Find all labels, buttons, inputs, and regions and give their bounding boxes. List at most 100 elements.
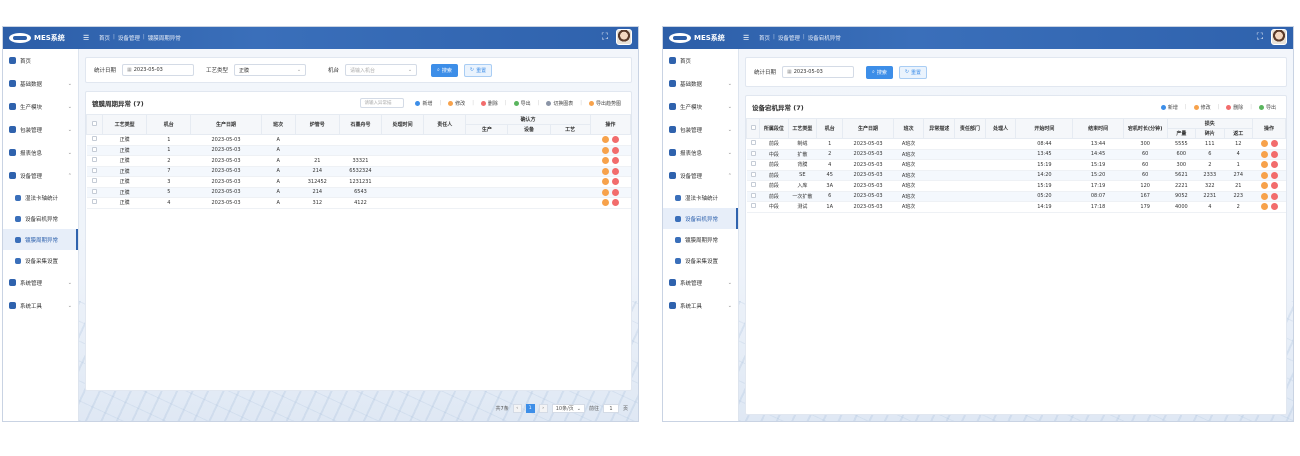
page-size-select[interactable]: 10条/页 ⌄ [551,404,585,413]
row-delete-icon[interactable] [1270,192,1278,200]
page-1-button[interactable]: 1 [525,404,535,413]
row-delete-icon[interactable] [611,178,619,186]
sidebar-item-1[interactable]: 基础数据 ⌄ [3,72,78,95]
row-checkbox[interactable] [750,182,756,188]
menu-toggle-icon[interactable]: ☰ [83,34,93,42]
export-button[interactable]: 导出 [1255,104,1280,111]
table-row[interactable]: 正膜 7 2023-05-03 A 214 6532324 [86,166,631,177]
table-row[interactable]: 正膜 2 2023-05-03 A 21 33321 [86,155,631,167]
select-all-checkbox[interactable] [92,121,98,126]
sidebar-item-4[interactable]: 报表信息 ⌄ [663,141,738,164]
row-checkbox[interactable] [750,150,756,156]
row-delete-icon[interactable] [1270,140,1278,148]
row-delete-icon[interactable] [611,157,619,165]
row-checkbox[interactable] [92,188,98,194]
sidebar-item-6[interactable]: 湿法卡轴统计 [663,187,738,208]
row-edit-icon[interactable] [601,157,609,165]
sidebar-item-5[interactable]: 设备管理 ⌃ [3,164,78,187]
sidebar-item-0[interactable]: 首页 [663,49,738,72]
row-checkbox[interactable] [750,140,756,146]
sidebar-item-3[interactable]: 包装管理 ⌄ [3,118,78,141]
goto-page-input[interactable]: 1 [602,404,619,413]
select-all-checkbox[interactable] [750,125,756,130]
sidebar-item-7[interactable]: 设备宕机异常 [663,208,738,229]
date-input[interactable]: ▦ 2023-05-03 [782,66,855,78]
row-delete-icon[interactable] [1270,182,1278,190]
process-select[interactable]: 正膜 ⌄ [234,64,307,76]
row-delete-icon[interactable] [611,146,619,154]
table-row[interactable]: 正膜 4 2023-05-03 A 312 4122 [86,197,631,209]
switch-chart-button[interactable]: 切换图表 [542,100,577,107]
table-row[interactable]: 中段 测试 1A 2023-05-03 A班次 14:19 17:18 179 4000 4 2 [746,201,1286,213]
prev-page-button[interactable]: ‹ [512,404,522,413]
breadcrumb-device[interactable]: 设备管理 [778,34,800,42]
row-delete-icon[interactable] [1270,203,1278,211]
sidebar-item-9[interactable]: 设备采集设置 [663,250,738,271]
row-checkbox[interactable] [750,171,756,177]
row-delete-icon[interactable] [611,167,619,175]
sidebar-item-8[interactable]: 镀膜周期异常 [663,229,738,250]
row-checkbox[interactable] [92,199,98,205]
table-row[interactable]: 前段 制绒 1 2023-05-03 A班次 08:44 13:44 300 5555 111 12 [746,138,1286,150]
row-edit-icon[interactable] [1260,161,1268,169]
table-row[interactable]: 前段 SE 45 2023-05-03 A班次 14:20 15:20 60 5621 2333 2… [746,170,1286,181]
sidebar-item-10[interactable]: 系统管理 ⌄ [663,271,738,294]
row-delete-icon[interactable] [611,199,619,207]
menu-toggle-icon[interactable]: ☰ [743,34,753,42]
row-edit-icon[interactable] [1260,192,1268,200]
row-edit-icon[interactable] [1260,150,1268,158]
table-row[interactable]: 正膜 5 2023-05-03 A 214 6543 [86,187,631,198]
add-button[interactable]: 新增 [1157,104,1182,111]
sidebar-item-9[interactable]: 设备采集设置 [3,250,78,271]
table-row[interactable]: 中段 扩散 2 2023-05-03 A班次 13:45 14:45 60 600 6 4 [746,149,1286,160]
sidebar-item-7[interactable]: 设备宕机异常 [3,208,78,229]
sidebar-item-3[interactable]: 包装管理 ⌄ [663,118,738,141]
row-edit-icon[interactable] [1260,203,1268,211]
table-search-input[interactable]: 请输入异常描 [360,98,405,108]
row-checkbox[interactable] [92,178,98,184]
reset-button[interactable]: ↻ 重置 [463,63,493,77]
row-checkbox[interactable] [92,157,98,163]
row-checkbox[interactable] [750,203,756,209]
date-input[interactable]: ▦ 2023-05-03 [122,64,195,76]
row-delete-icon[interactable] [1270,171,1278,179]
avatar[interactable] [616,29,632,45]
export-trend-button[interactable]: 导出趋势图 [585,100,625,107]
edit-button[interactable]: 修改 [444,100,469,107]
row-checkbox[interactable] [92,136,98,142]
avatar[interactable] [1271,29,1287,45]
sidebar-item-6[interactable]: 湿法卡轴统计 [3,187,78,208]
row-edit-icon[interactable] [601,178,609,186]
table-row[interactable]: 正膜 3 2023-05-03 A 312452 1231231 [86,176,631,188]
sidebar-item-2[interactable]: 生产模块 ⌄ [3,95,78,118]
next-page-button[interactable]: › [538,404,548,413]
breadcrumb-device[interactable]: 设备管理 [118,34,140,42]
delete-button[interactable]: 删除 [1222,104,1247,111]
row-edit-icon[interactable] [601,146,609,154]
sidebar-item-2[interactable]: 生产模块 ⌄ [663,95,738,118]
table-row[interactable]: 前段 一次扩散 6 2023-05-03 A班次 05:20 08:07 167 9052 223… [746,191,1286,202]
sidebar-item-10[interactable]: 系统管理 ⌄ [3,271,78,294]
edit-button[interactable]: 修改 [1190,104,1215,111]
row-edit-icon[interactable] [601,167,609,175]
breadcrumb-home[interactable]: 首页 [759,34,770,42]
row-checkbox[interactable] [92,146,98,152]
row-edit-icon[interactable] [1260,171,1268,179]
sidebar-item-1[interactable]: 基础数据 ⌄ [663,72,738,95]
machine-select[interactable]: 请输入机台 ⌄ [345,64,418,76]
row-checkbox[interactable] [750,192,756,198]
breadcrumb-home[interactable]: 首页 [99,34,110,42]
sidebar-item-8[interactable]: 镀膜周期异常 [3,229,78,250]
row-checkbox[interactable] [92,167,98,173]
row-checkbox[interactable] [750,161,756,167]
table-row[interactable]: 前段 背膜 4 2023-05-03 A班次 15:19 15:19 60 300 2 1 [746,159,1286,171]
table-row[interactable]: 前段 入库 3A 2023-05-03 A班次 15:19 17:19 120 2221 322 2… [746,180,1286,192]
export-button[interactable]: 导出 [510,100,535,107]
add-button[interactable]: 新增 [411,100,436,107]
table-row[interactable]: 正膜 1 2023-05-03 A [86,134,631,146]
row-edit-icon[interactable] [601,136,609,144]
search-button[interactable]: ⌕ 搜索 [866,65,893,79]
sidebar-item-11[interactable]: 系统工具 ⌄ [3,294,78,317]
row-edit-icon[interactable] [601,188,609,196]
row-delete-icon[interactable] [1270,150,1278,158]
